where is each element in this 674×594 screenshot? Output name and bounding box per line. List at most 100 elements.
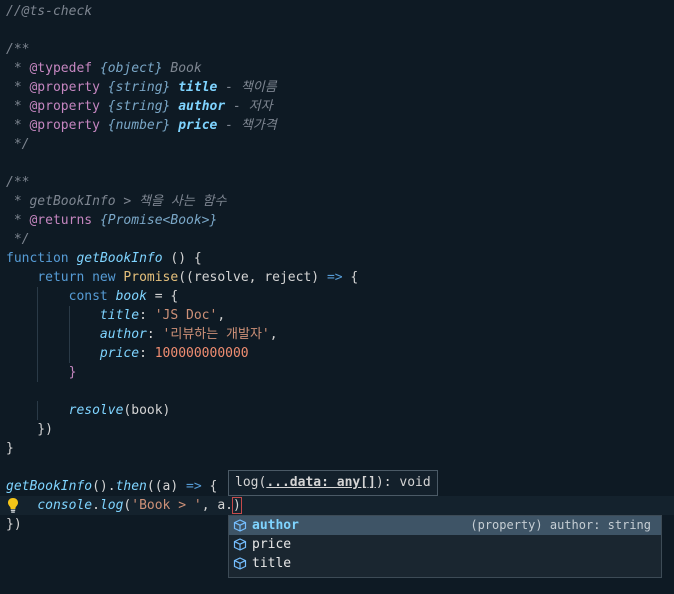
code-line[interactable]: * @returns {Promise<Book>} xyxy=(0,211,674,230)
code-text: * @returns {Promise<Book>} xyxy=(6,211,218,230)
code-token: , xyxy=(269,327,278,342)
code-line[interactable] xyxy=(0,382,674,401)
code-text: * @property {string} title - 책이름 xyxy=(6,78,277,97)
code-token: = { xyxy=(146,289,179,304)
code-line[interactable]: * @typedef {object} Book xyxy=(0,59,674,78)
suggestion-item-price[interactable]: price xyxy=(229,535,661,554)
lightbulb-icon[interactable] xyxy=(7,497,19,514)
code-token: function xyxy=(6,251,69,266)
code-text: getBookInfo().then((a) => { xyxy=(6,477,217,496)
code-token: } xyxy=(6,441,14,456)
code-line[interactable]: price: 100000000000 xyxy=(0,344,674,363)
code-token: { xyxy=(201,479,218,494)
code-text: */ xyxy=(6,230,30,249)
code-line[interactable]: resolve(book) xyxy=(0,401,674,420)
code-line[interactable]: /** xyxy=(0,40,674,59)
code-line[interactable]: function getBookInfo () { xyxy=(0,249,674,268)
code-token: */ xyxy=(6,232,30,247)
code-token: price xyxy=(99,346,140,361)
suggestion-label: author xyxy=(252,518,299,533)
code-token: book xyxy=(115,289,147,304)
signature-prefix: log( xyxy=(235,475,267,490)
code-token: Promise xyxy=(123,270,179,285)
code-token: ((resolve, xyxy=(178,270,265,285)
code-line[interactable]: * @property {number} price - 책가격 xyxy=(0,116,674,135)
code-token: reject xyxy=(264,270,312,285)
signature-active-parameter: ...data: any[] xyxy=(266,475,376,490)
code-token: - 책가격 xyxy=(217,118,277,133)
code-token: ) xyxy=(232,497,242,514)
suggestion-widget[interactable]: author (property) author: string price titl… xyxy=(228,515,662,578)
code-token: () { xyxy=(162,251,202,266)
signature-help-popup: log(...data: any[]): void xyxy=(228,470,438,496)
code-token: title xyxy=(178,80,218,95)
code-token: '리뷰하는 개발자' xyxy=(162,327,270,342)
code-line[interactable]: const book = { xyxy=(0,287,674,306)
code-token: ) xyxy=(311,270,327,285)
property-cube-icon xyxy=(233,557,247,570)
suggestion-detail: (property) author: string xyxy=(470,518,651,532)
code-text: function getBookInfo () { xyxy=(6,249,202,268)
code-line[interactable]: * getBookInfo > 책을 사는 함수 xyxy=(0,192,674,211)
code-token: * xyxy=(6,118,30,133)
code-text: price: 100000000000 xyxy=(6,344,249,363)
code-line[interactable]: }) xyxy=(0,420,674,439)
code-text: }) xyxy=(6,420,53,439)
code-token: getBookInfo xyxy=(6,479,93,494)
code-token: => xyxy=(186,479,202,494)
code-token: * xyxy=(6,80,30,95)
code-token: 'Book > ' xyxy=(131,498,202,513)
code-token: resolve xyxy=(68,403,124,418)
code-line[interactable]: /** xyxy=(0,173,674,192)
code-line[interactable]: console.log('Book > ', a.) xyxy=(0,496,674,515)
code-editor[interactable]: //@ts-check/** * @typedef {object} Book … xyxy=(0,0,674,594)
code-token: author xyxy=(178,99,226,114)
suggestion-label: price xyxy=(252,537,292,552)
suggestion-label: title xyxy=(252,556,292,571)
code-text: /** xyxy=(6,173,29,192)
code-line[interactable]: */ xyxy=(0,230,674,249)
code-text: * @property {number} price - 책가격 xyxy=(6,116,277,135)
code-token: => xyxy=(326,270,343,285)
code-line[interactable]: author: '리뷰하는 개발자', xyxy=(0,325,674,344)
code-token: */ xyxy=(6,137,30,152)
code-line[interactable]: //@ts-check xyxy=(0,2,674,21)
code-line[interactable]: * @property {string} title - 책이름 xyxy=(0,78,674,97)
code-token: * getBookInfo > 책을 사는 함수 xyxy=(6,194,227,209)
code-line[interactable] xyxy=(0,154,674,173)
code-token: then xyxy=(115,479,147,494)
code-token: 100000000000 xyxy=(154,346,249,361)
code-token: @typedef xyxy=(29,61,93,76)
code-line[interactable]: } xyxy=(0,363,674,382)
code-text: title: 'JS Doc', xyxy=(6,306,225,325)
suggestion-item-title[interactable]: title xyxy=(229,554,661,573)
code-token: , xyxy=(217,308,226,323)
suggestion-item-author[interactable]: author (property) author: string xyxy=(229,516,661,535)
code-token: }) xyxy=(6,517,22,532)
code-line[interactable]: title: 'JS Doc', xyxy=(0,306,674,325)
code-text: } xyxy=(6,363,77,382)
code-token: * xyxy=(6,99,30,114)
code-token: getBookInfo xyxy=(76,251,163,266)
code-text: * @property {string} author - 저자 xyxy=(6,97,273,116)
code-line[interactable]: } xyxy=(0,439,674,458)
code-text: resolve(book) xyxy=(6,401,171,420)
code-text: } xyxy=(6,439,14,458)
code-token: : xyxy=(146,327,163,342)
code-line[interactable]: */ xyxy=(0,135,674,154)
code-line[interactable] xyxy=(0,21,674,40)
code-line[interactable]: * @property {string} author - 저자 xyxy=(0,97,674,116)
code-line[interactable]: return new Promise((resolve, reject) => … xyxy=(0,268,674,287)
signature-suffix: ): void xyxy=(375,475,431,490)
